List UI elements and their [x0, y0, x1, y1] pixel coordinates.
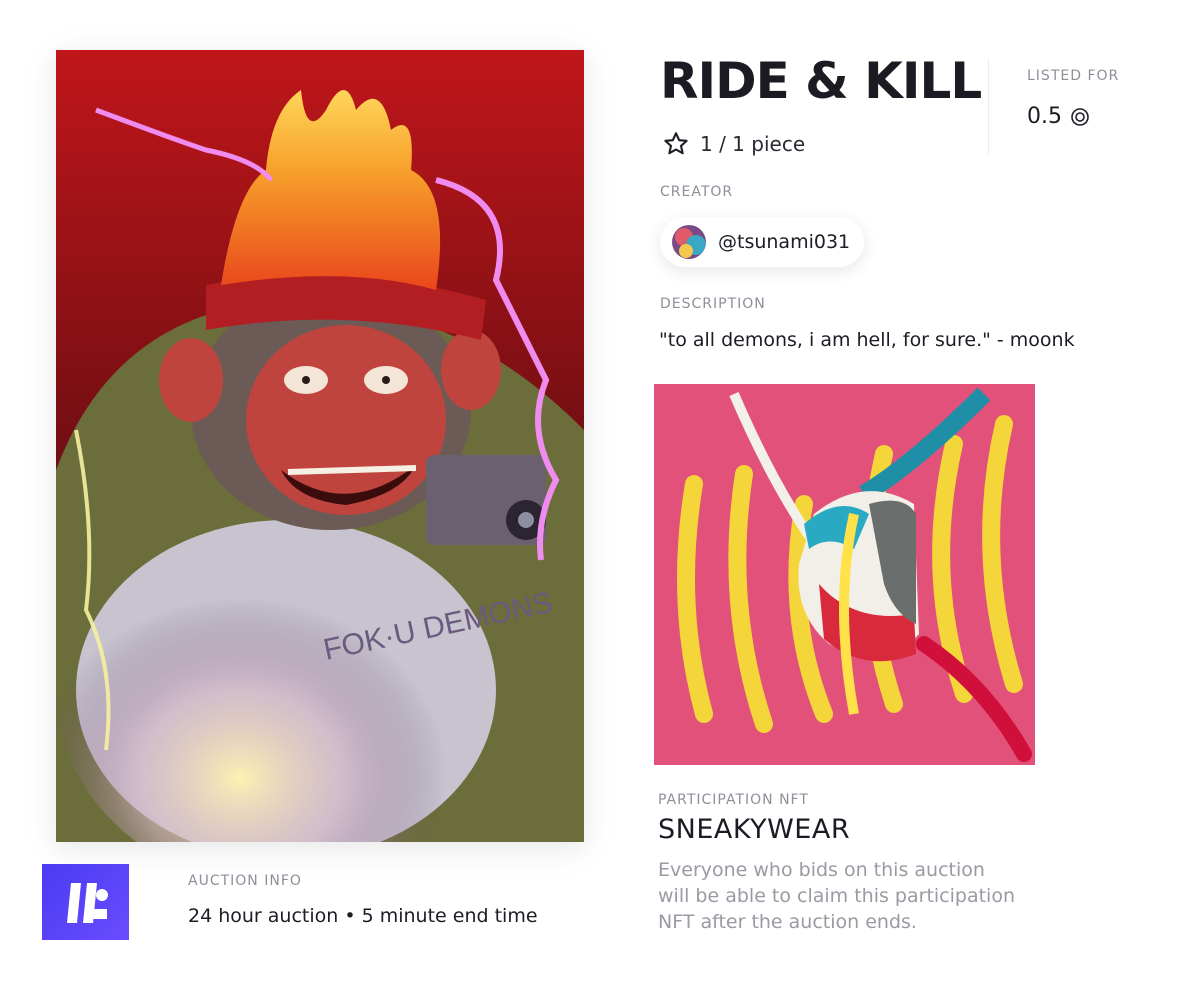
brand-logo: [42, 864, 129, 940]
header-divider: [988, 58, 989, 154]
creator-chip[interactable]: @tsunami031: [660, 217, 864, 267]
artwork-image[interactable]: FOK·U DEMONS: [56, 50, 584, 842]
participation-nft-label: PARTICIPATION NFT: [658, 792, 809, 808]
edition-text: 1 / 1 piece: [700, 132, 806, 156]
auction-info-text: 24 hour auction • 5 minute end time: [188, 905, 538, 927]
participation-nft-image[interactable]: [654, 384, 1035, 765]
star-icon: [664, 132, 688, 155]
listed-for-label: LISTED FOR: [1027, 68, 1120, 84]
currency-icon: [1071, 107, 1089, 126]
participation-nft-description: Everyone who bids on this auction will b…: [658, 859, 1016, 933]
listed-price: 0.5: [1027, 104, 1090, 129]
auction-info-label: AUCTION INFO: [188, 873, 302, 889]
creator-label: CREATOR: [660, 184, 734, 200]
participation-nft-title: SNEAKYWEAR: [658, 814, 851, 845]
avatar: [672, 225, 706, 259]
creator-handle: @tsunami031: [718, 231, 851, 253]
edition-info: 1 / 1 piece: [662, 130, 805, 158]
logo-icon: [66, 883, 108, 923]
page-title: RIDE & KILL: [660, 52, 982, 110]
description-text: "to all demons, i am hell, for sure." - …: [659, 329, 1075, 351]
description-label: DESCRIPTION: [660, 296, 766, 312]
listed-price-value: 0.5: [1027, 104, 1062, 129]
